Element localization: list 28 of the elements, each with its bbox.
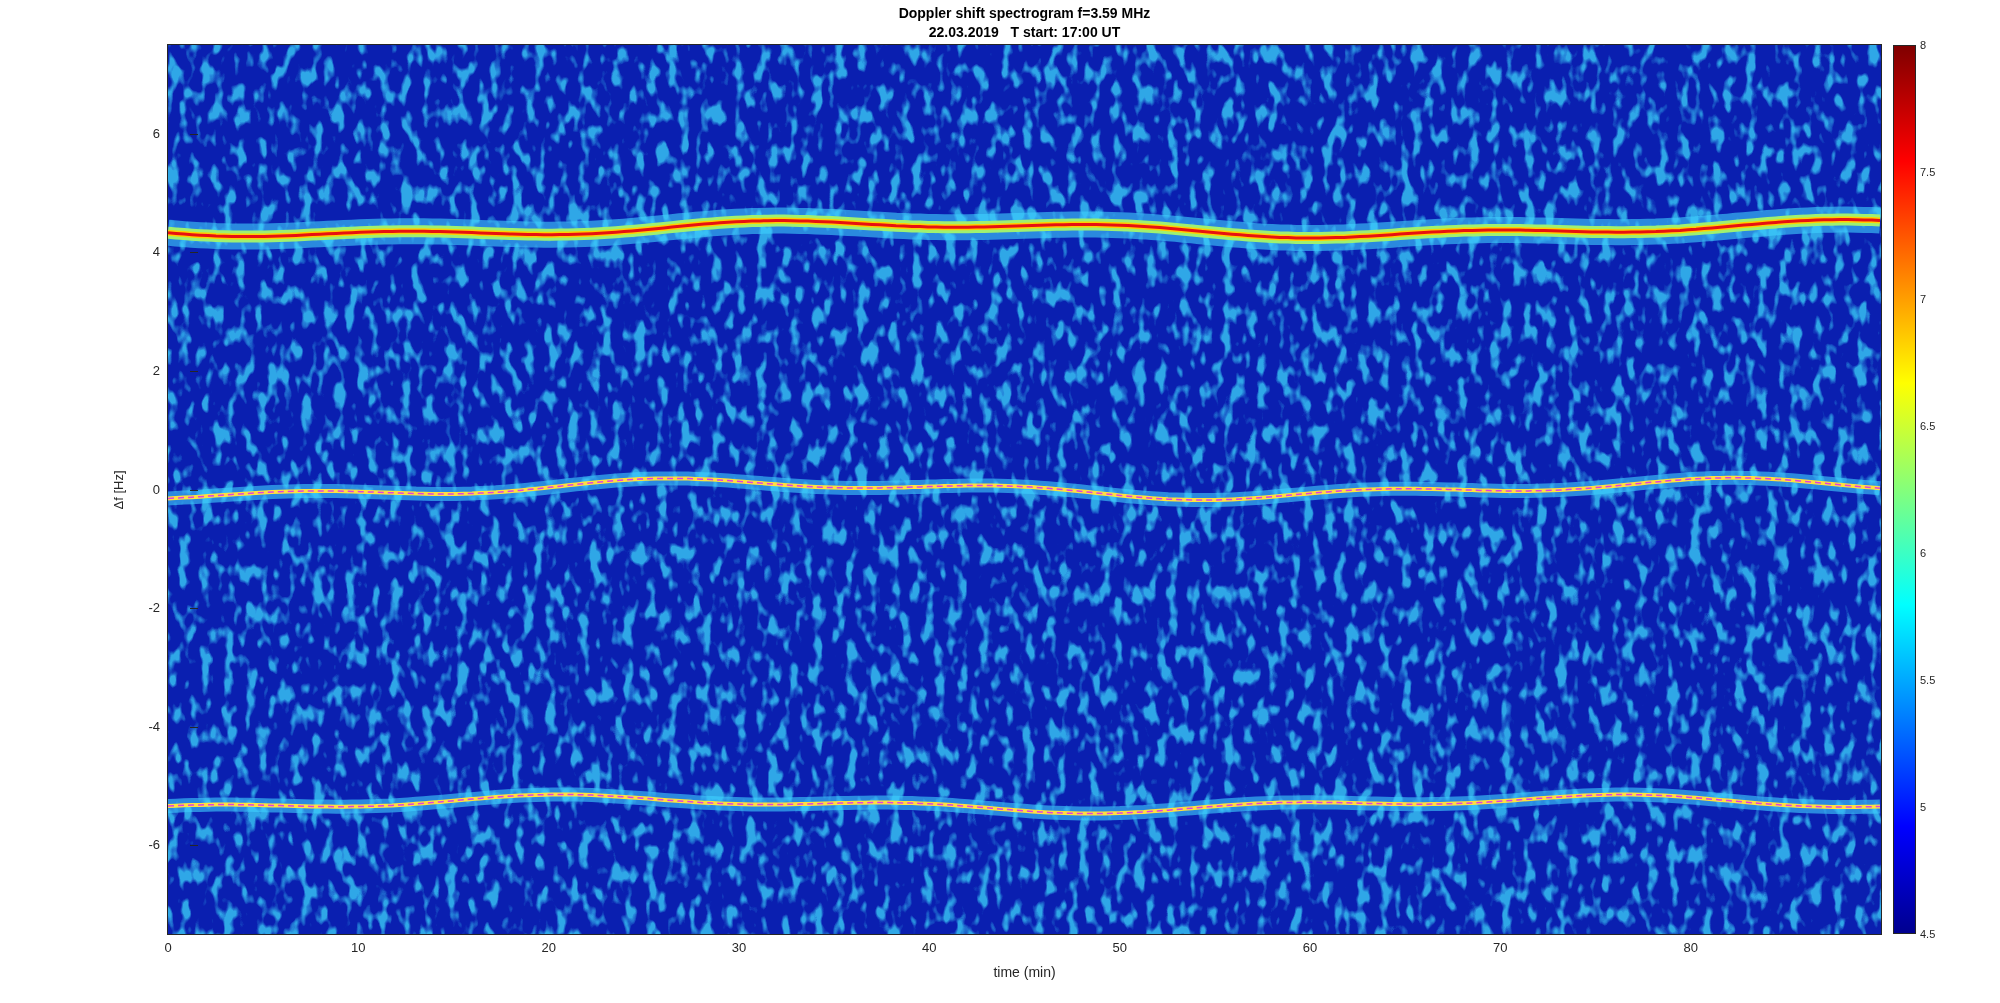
colorbar-tick-label: 5	[1920, 800, 1927, 814]
colorbar-tick-label: 5.5	[1920, 673, 1936, 687]
chart-subtitle: 22.03.2019 T start: 17:00 UT	[928, 23, 1121, 42]
x-tick-label: 30	[731, 940, 747, 956]
colorbar-tick-label: 6	[1920, 546, 1927, 560]
x-axis-label: time (min)	[993, 964, 1056, 980]
x-tick-label: 70	[1493, 940, 1508, 956]
colorbar-tick-label: 7	[1920, 292, 1927, 306]
x-tick-label: 0	[164, 940, 172, 956]
y-tick-label: 4	[152, 244, 160, 261]
y-tick-label: 2	[152, 362, 160, 379]
x-tick-label: 20	[541, 940, 556, 956]
colorbar-tick-label: 6.5	[1920, 419, 1936, 433]
colorbar-tick-label: 7.5	[1920, 165, 1936, 179]
y-tick-label: -6	[148, 837, 160, 854]
x-tick-label: 10	[351, 940, 366, 956]
y-tick-label: 6	[152, 125, 160, 142]
x-tick-label: 40	[922, 940, 937, 956]
y-tick-label: 0	[152, 481, 160, 498]
y-tick-label: -2	[148, 600, 160, 617]
colorbar-tick-label: 4.5	[1920, 927, 1936, 941]
x-tick-label: 80	[1683, 940, 1698, 956]
colorbar-tick-label: 8	[1920, 38, 1927, 52]
chart-title: Doppler shift spectrogram f=3.59 MHz	[898, 4, 1151, 23]
y-axis-label: Δf [Hz]	[110, 470, 126, 509]
x-tick-label: 60	[1302, 940, 1318, 956]
x-tick-label: 50	[1112, 940, 1127, 956]
y-tick-label: -4	[148, 718, 160, 735]
